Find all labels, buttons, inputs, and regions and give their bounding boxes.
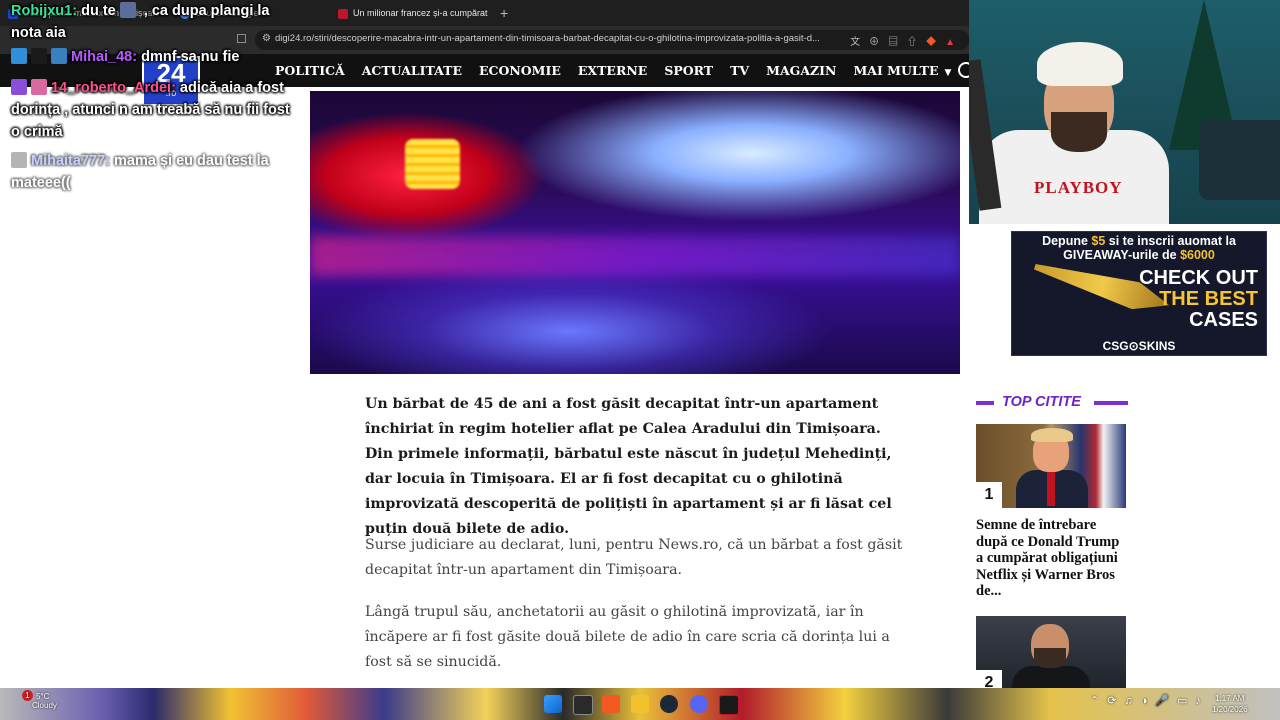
badge-icon	[11, 48, 27, 64]
news-favicon-icon	[338, 8, 348, 19]
article-paragraph: Surse judiciare au declarat, luni, pentr…	[365, 537, 903, 578]
task-view-icon[interactable]	[573, 695, 593, 715]
top-citite-heading: TOP CITITE	[976, 394, 1128, 412]
heading-bar-left	[976, 401, 994, 405]
steam-icon[interactable]	[660, 695, 678, 713]
taskbar-clock[interactable]: 1:17 AM 1/20/2026	[1212, 693, 1248, 715]
nav-externe[interactable]: EXTERNE	[578, 63, 647, 78]
badge-icon	[51, 48, 67, 64]
chat-message: Mihai_48: dmnf sa nu fie	[11, 46, 291, 68]
app-shield-icon[interactable]	[719, 695, 739, 715]
badge-icon	[11, 79, 27, 95]
ad-line-1: Depune $5 si te inscrii auomat la	[1012, 234, 1266, 248]
ad-cta-line-2: THE BEST	[1159, 288, 1258, 310]
clock-date: 1/20/2026	[1212, 705, 1248, 714]
nav-actualitate[interactable]: ACTUALITATE	[362, 63, 462, 78]
tab-article[interactable]: Un milionar francez și-a cumpărat o	[338, 0, 488, 26]
chat-message: Robijxu1: du te , ca dupa plangi la nota…	[11, 0, 291, 44]
ad-line-2-pre: GIVEAWAY-urile de	[1063, 248, 1181, 262]
emote-icon	[119, 2, 136, 18]
brave-shield-icon[interactable]: ◆	[926, 37, 945, 48]
ad-cta-line-3: CASES	[1189, 309, 1258, 331]
top-article-1-title[interactable]: Semne de întrebare după ce Donald Trump …	[976, 517, 1128, 600]
chat-username: Mihaita777:	[31, 153, 110, 169]
main-menu: POLITICĂ ACTUALITATE ECONOMIE EXTERNE SP…	[275, 54, 951, 87]
clock-time: 1:17 AM	[1215, 694, 1245, 703]
ad-brand-logo: CSG⊙SKINS	[1102, 339, 1176, 353]
hero-amber-light	[405, 139, 460, 189]
nav-magazin[interactable]: MAGAZIN	[766, 63, 836, 78]
sofa	[1199, 120, 1280, 200]
streamer-beanie	[1037, 42, 1123, 86]
ad-line-2-amount: $6000	[1180, 248, 1215, 262]
hero-light-streak	[310, 236, 960, 276]
top-article-1-thumbnail[interactable]: 1	[976, 424, 1126, 508]
ad-line-1-post: si te inscrii auomat la	[1105, 234, 1236, 248]
nav-mai-multe[interactable]: MAI MULTE ▼	[853, 63, 951, 78]
streamer-beard	[1051, 112, 1107, 152]
rank-badge: 2	[976, 670, 1002, 688]
file-explorer-icon[interactable]	[631, 695, 649, 713]
chat-username: Robijxu1:	[11, 3, 78, 19]
microphone	[969, 59, 1002, 211]
thumb-tie	[1047, 472, 1055, 506]
ad-cta-text: CHECK OUT THE BEST CASES	[1139, 268, 1258, 331]
ad-line-1-pre: Depune	[1042, 234, 1092, 248]
ad-cta-line-1: CHECK OUT	[1139, 267, 1258, 289]
discord-icon[interactable]	[690, 695, 708, 713]
thumb-hair	[1031, 428, 1073, 442]
nav-mai-multe-label: MAI MULTE	[853, 63, 939, 78]
chat-message: Mihaita777: mama și eu dau test la matee…	[11, 150, 291, 194]
csgoskins-ad-banner[interactable]: Depune $5 si te inscrii auomat la GIVEAW…	[1011, 231, 1267, 356]
article-paragraph: Lângă trupul său, anchetatorii au găsit …	[365, 604, 890, 670]
article-hero-image	[310, 91, 960, 374]
weather-widget[interactable]: 1 5°C Cloudy	[12, 690, 57, 710]
windows-start-icon[interactable]	[544, 695, 562, 713]
chat-text: dmnf sa nu fie	[137, 49, 240, 65]
ad-line-2: GIVEAWAY-urile de $6000	[1012, 248, 1266, 262]
new-tab-button[interactable]: +	[500, 0, 508, 26]
rank-badge: 1	[976, 482, 1002, 508]
rewards-icon[interactable]: ▲	[945, 37, 964, 48]
top-citite-label: TOP CITITE	[1002, 394, 1081, 410]
nav-sport[interactable]: SPORT	[664, 63, 713, 78]
chat-text: du te	[77, 3, 120, 19]
chat-message: 14_roberto_Ardei: adică aia a fost dorin…	[11, 77, 291, 143]
ad-line-1-amount: $5	[1091, 234, 1106, 248]
badge-icon	[31, 48, 47, 64]
nav-tv[interactable]: TV	[730, 63, 749, 78]
shirt-text: PLAYBOY	[1034, 178, 1123, 197]
address-bar-actions[interactable]: 文⊕▤⇧◆▲	[850, 33, 964, 48]
top-article-2-thumbnail[interactable]: 2	[976, 616, 1126, 688]
nav-economie[interactable]: ECONOMIE	[479, 63, 561, 78]
weather-desc: Cloudy	[32, 701, 57, 710]
badge-icon	[31, 79, 47, 95]
chevron-down-icon: ▼	[944, 68, 952, 78]
system-tray[interactable]: ⌃⟳♫◑🎤▭♪	[1090, 694, 1209, 707]
weather-temp: 5°C	[36, 692, 50, 701]
chat-username: Mihai_48:	[71, 49, 138, 65]
chat-username: 14_roberto_Ardei:	[51, 80, 176, 96]
notification-badge: 1	[22, 690, 33, 701]
badge-icon	[11, 152, 27, 168]
thumb-beard	[1034, 648, 1066, 668]
url-text[interactable]: digi24.ro/stiri/descoperire-macabra-intr…	[275, 33, 835, 44]
heading-bar-right	[1094, 401, 1128, 405]
tab-title: Un milionar francez și-a cumpărat o	[353, 8, 488, 18]
article-lead: Un bărbat de 45 de ani a fost găsit deca…	[365, 396, 892, 537]
streamer-webcam: PLAYBOY	[969, 0, 1280, 224]
brave-browser-icon[interactable]	[602, 695, 620, 713]
address-bar[interactable]: ⚙ digi24.ro/stiri/descoperire-macabra-in…	[255, 30, 970, 50]
thumb-suit	[1012, 666, 1090, 688]
